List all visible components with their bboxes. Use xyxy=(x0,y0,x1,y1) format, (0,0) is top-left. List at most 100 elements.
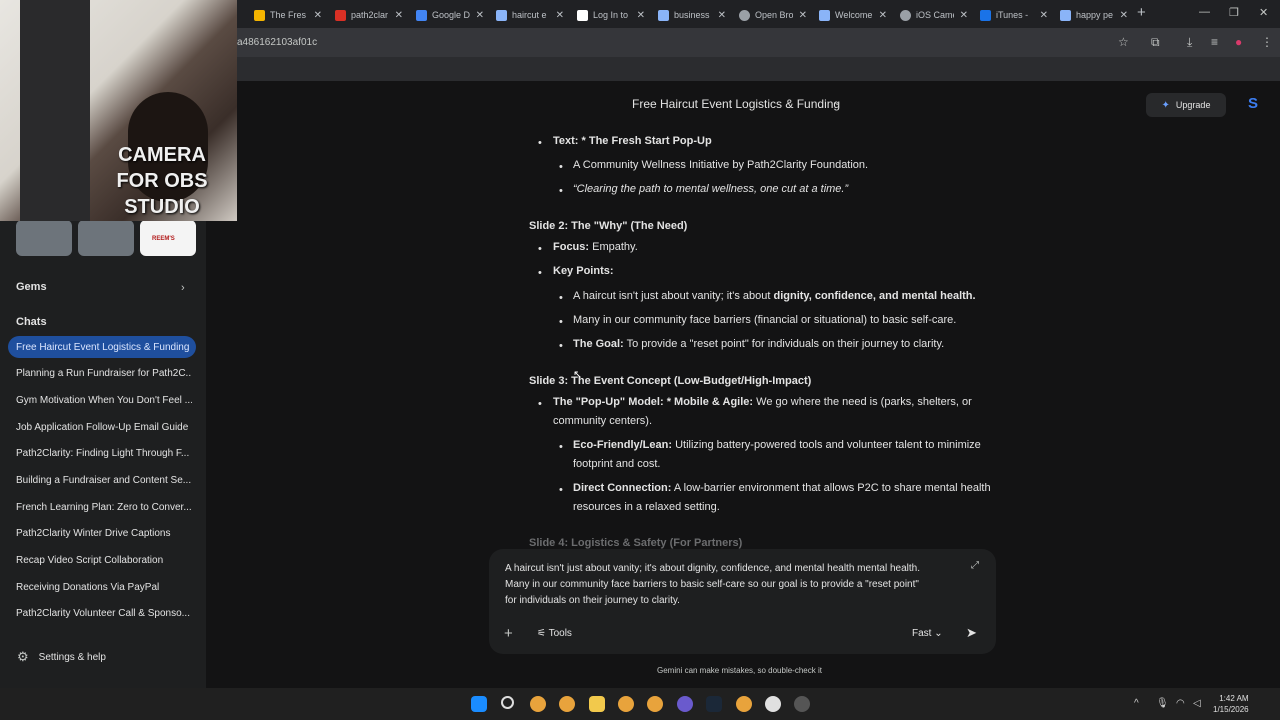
browser-tab[interactable]: Google D ✕ xyxy=(412,4,490,26)
bullet: • xyxy=(538,267,542,279)
close-icon[interactable]: ✕ xyxy=(960,10,968,21)
browser-tab[interactable]: business ✕ xyxy=(654,4,732,26)
close-icon[interactable]: ✕ xyxy=(637,10,645,21)
browser-tab[interactable]: Log In to ✕ xyxy=(573,4,651,26)
search-icon[interactable] xyxy=(501,696,514,709)
mode-selector[interactable]: Fast ⌄ xyxy=(912,628,943,639)
sparkle-icon: ✦ xyxy=(1161,99,1170,111)
windows-start-icon[interactable] xyxy=(471,696,487,712)
key-point-3: The Goal: To provide a "reset point" for… xyxy=(573,338,945,350)
chat-item[interactable]: Free Haircut Event Logistics & Funding xyxy=(8,336,196,358)
close-icon[interactable]: ✕ xyxy=(1120,10,1128,21)
cast-icon[interactable]: ⧉ xyxy=(1151,35,1160,50)
chat-item[interactable]: Gym Motivation When You Don't Feel ... xyxy=(16,395,192,406)
direct-line-cont: resources in a relaxed setting. xyxy=(573,501,720,513)
more-menu-icon[interactable]: ⋮ xyxy=(1261,35,1273,49)
upgrade-button[interactable]: ✦ Upgrade xyxy=(1146,93,1226,117)
slide4-heading: Slide 4: Logistics & Safety (For Partner… xyxy=(529,537,743,549)
browser-tab[interactable]: happy pe ✕ xyxy=(1056,4,1134,26)
chat-item[interactable]: Path2Clarity Winter Drive Captions xyxy=(16,528,192,539)
gemini-logo-icon: S xyxy=(1248,95,1259,112)
gem-thumbnail[interactable]: REEM'S xyxy=(140,220,196,256)
chat-item[interactable]: Recap Video Script Collaboration xyxy=(16,555,192,566)
send-icon[interactable]: ➤ xyxy=(966,625,977,641)
media-control-icon[interactable]: ≡ xyxy=(1211,35,1218,49)
file-explorer-icon[interactable] xyxy=(589,696,605,712)
obs-icon[interactable] xyxy=(794,696,810,712)
chat-item[interactable]: Job Application Follow-Up Email Guide xyxy=(16,422,192,433)
docs-icon xyxy=(980,9,991,21)
chrome-icon[interactable] xyxy=(559,696,575,712)
close-icon[interactable]: ✕ xyxy=(314,10,322,21)
chat-item[interactable]: Path2Clarity Volunteer Call & Sponso... xyxy=(16,608,192,619)
discord-icon[interactable] xyxy=(677,696,693,712)
chrome-icon[interactable] xyxy=(530,696,546,712)
volume-icon[interactable]: ◁ xyxy=(1193,698,1201,709)
browser-tab[interactable]: Welcome ✕ xyxy=(815,4,893,26)
close-window-icon[interactable]: ✕ xyxy=(1259,6,1268,19)
tools-button[interactable]: ⚟ Tools xyxy=(537,628,572,639)
wifi-icon[interactable]: ◠ xyxy=(1176,698,1185,709)
page-icon xyxy=(577,9,588,21)
add-attachment-icon[interactable]: + xyxy=(504,625,513,642)
gem-thumbnail[interactable] xyxy=(16,220,72,256)
chat-item[interactable]: Receiving Donations Via PayPal xyxy=(16,582,192,593)
restore-icon[interactable]: ❐ xyxy=(1229,6,1239,19)
gmail-icon xyxy=(335,9,346,21)
browser-tab[interactable]: Open Bro ✕ xyxy=(735,4,813,26)
chevron-right-icon[interactable]: › xyxy=(181,282,185,294)
browser-tab[interactable]: path2clar ✕ xyxy=(331,4,409,26)
steam-icon[interactable] xyxy=(706,696,722,712)
browser-tab[interactable]: iTunes - ✕ xyxy=(976,4,1054,26)
microphone-icon[interactable]: 🎙 xyxy=(1156,698,1169,709)
google-icon xyxy=(658,9,669,21)
close-icon[interactable]: ✕ xyxy=(1040,10,1048,21)
browser-tab[interactable]: The Fres ✕ xyxy=(250,4,328,26)
close-icon[interactable]: ✕ xyxy=(718,10,726,21)
direct-line: Direct Connection: A low-barrier environ… xyxy=(573,482,991,494)
gear-icon: ⚙ xyxy=(17,649,29,664)
prompt-input[interactable]: A haircut isn't just about vanity; it's … xyxy=(505,561,975,609)
close-icon[interactable]: ✕ xyxy=(476,10,484,21)
key-point-1: A haircut isn't just about vanity; it's … xyxy=(573,290,976,302)
popup-line: The "Pop-Up" Model: * Mobile & Agile: We… xyxy=(553,396,972,408)
minimize-icon[interactable]: — xyxy=(1199,6,1210,18)
new-tab-icon[interactable]: + xyxy=(1137,4,1146,21)
bookmark-star-icon[interactable]: ☆ xyxy=(1118,35,1129,49)
itunes-icon[interactable] xyxy=(765,696,781,712)
bullet: • xyxy=(559,316,563,328)
sliders-icon: ⚟ xyxy=(537,628,546,639)
chat-item[interactable]: French Learning Plan: Zero to Conver... xyxy=(16,502,192,513)
google-icon xyxy=(819,9,830,21)
close-icon[interactable]: ✕ xyxy=(395,10,403,21)
expand-icon[interactable]: ⤢ xyxy=(971,560,979,571)
chrome-icon[interactable] xyxy=(647,696,663,712)
chevron-up-icon[interactable]: ^ xyxy=(1134,698,1139,709)
chat-item[interactable]: Planning a Run Fundraiser for Path2C... xyxy=(16,368,192,379)
gem-thumbnail[interactable] xyxy=(78,220,134,256)
download-icon[interactable]: ⤓ xyxy=(1187,35,1192,50)
obs-icon xyxy=(739,9,750,21)
chevron-down-icon[interactable]: ⌄ xyxy=(833,97,841,108)
webcam-background xyxy=(20,0,90,221)
gems-heading[interactable]: Gems xyxy=(16,281,47,293)
extension-icon[interactable]: ● xyxy=(1235,35,1242,49)
chevron-down-icon: ⌄ xyxy=(934,628,943,639)
taskbar-clock[interactable]: 1:42 AM 1/15/2026 xyxy=(1213,693,1249,715)
eco-line-cont: footprint and cost. xyxy=(573,458,661,470)
browser-tab[interactable]: haircut e ✕ xyxy=(492,4,570,26)
chat-item[interactable]: Path2Clarity: Finding Light Through F... xyxy=(16,448,192,459)
chat-item[interactable]: Building a Fundraiser and Content Se... xyxy=(16,475,192,486)
conversation-title[interactable]: Free Haircut Event Logistics & Funding xyxy=(632,97,840,111)
webcam-overlay-text: CAMERA FOR OBS STUDIO xyxy=(116,144,208,218)
browser-tab[interactable]: iOS Came ✕ xyxy=(896,4,974,26)
settings-help-button[interactable]: ⚙ Settings & help xyxy=(17,649,106,665)
close-icon[interactable]: ✕ xyxy=(879,10,887,21)
url-field[interactable]: a486162103af01c xyxy=(237,37,317,48)
chrome-icon[interactable] xyxy=(618,696,634,712)
close-icon[interactable]: ✕ xyxy=(556,10,564,21)
close-icon[interactable]: ✕ xyxy=(799,10,807,21)
key-points-label: Key Points: xyxy=(553,265,614,277)
chrome-icon[interactable] xyxy=(736,696,752,712)
mouse-cursor-icon: ↖ xyxy=(573,369,583,381)
